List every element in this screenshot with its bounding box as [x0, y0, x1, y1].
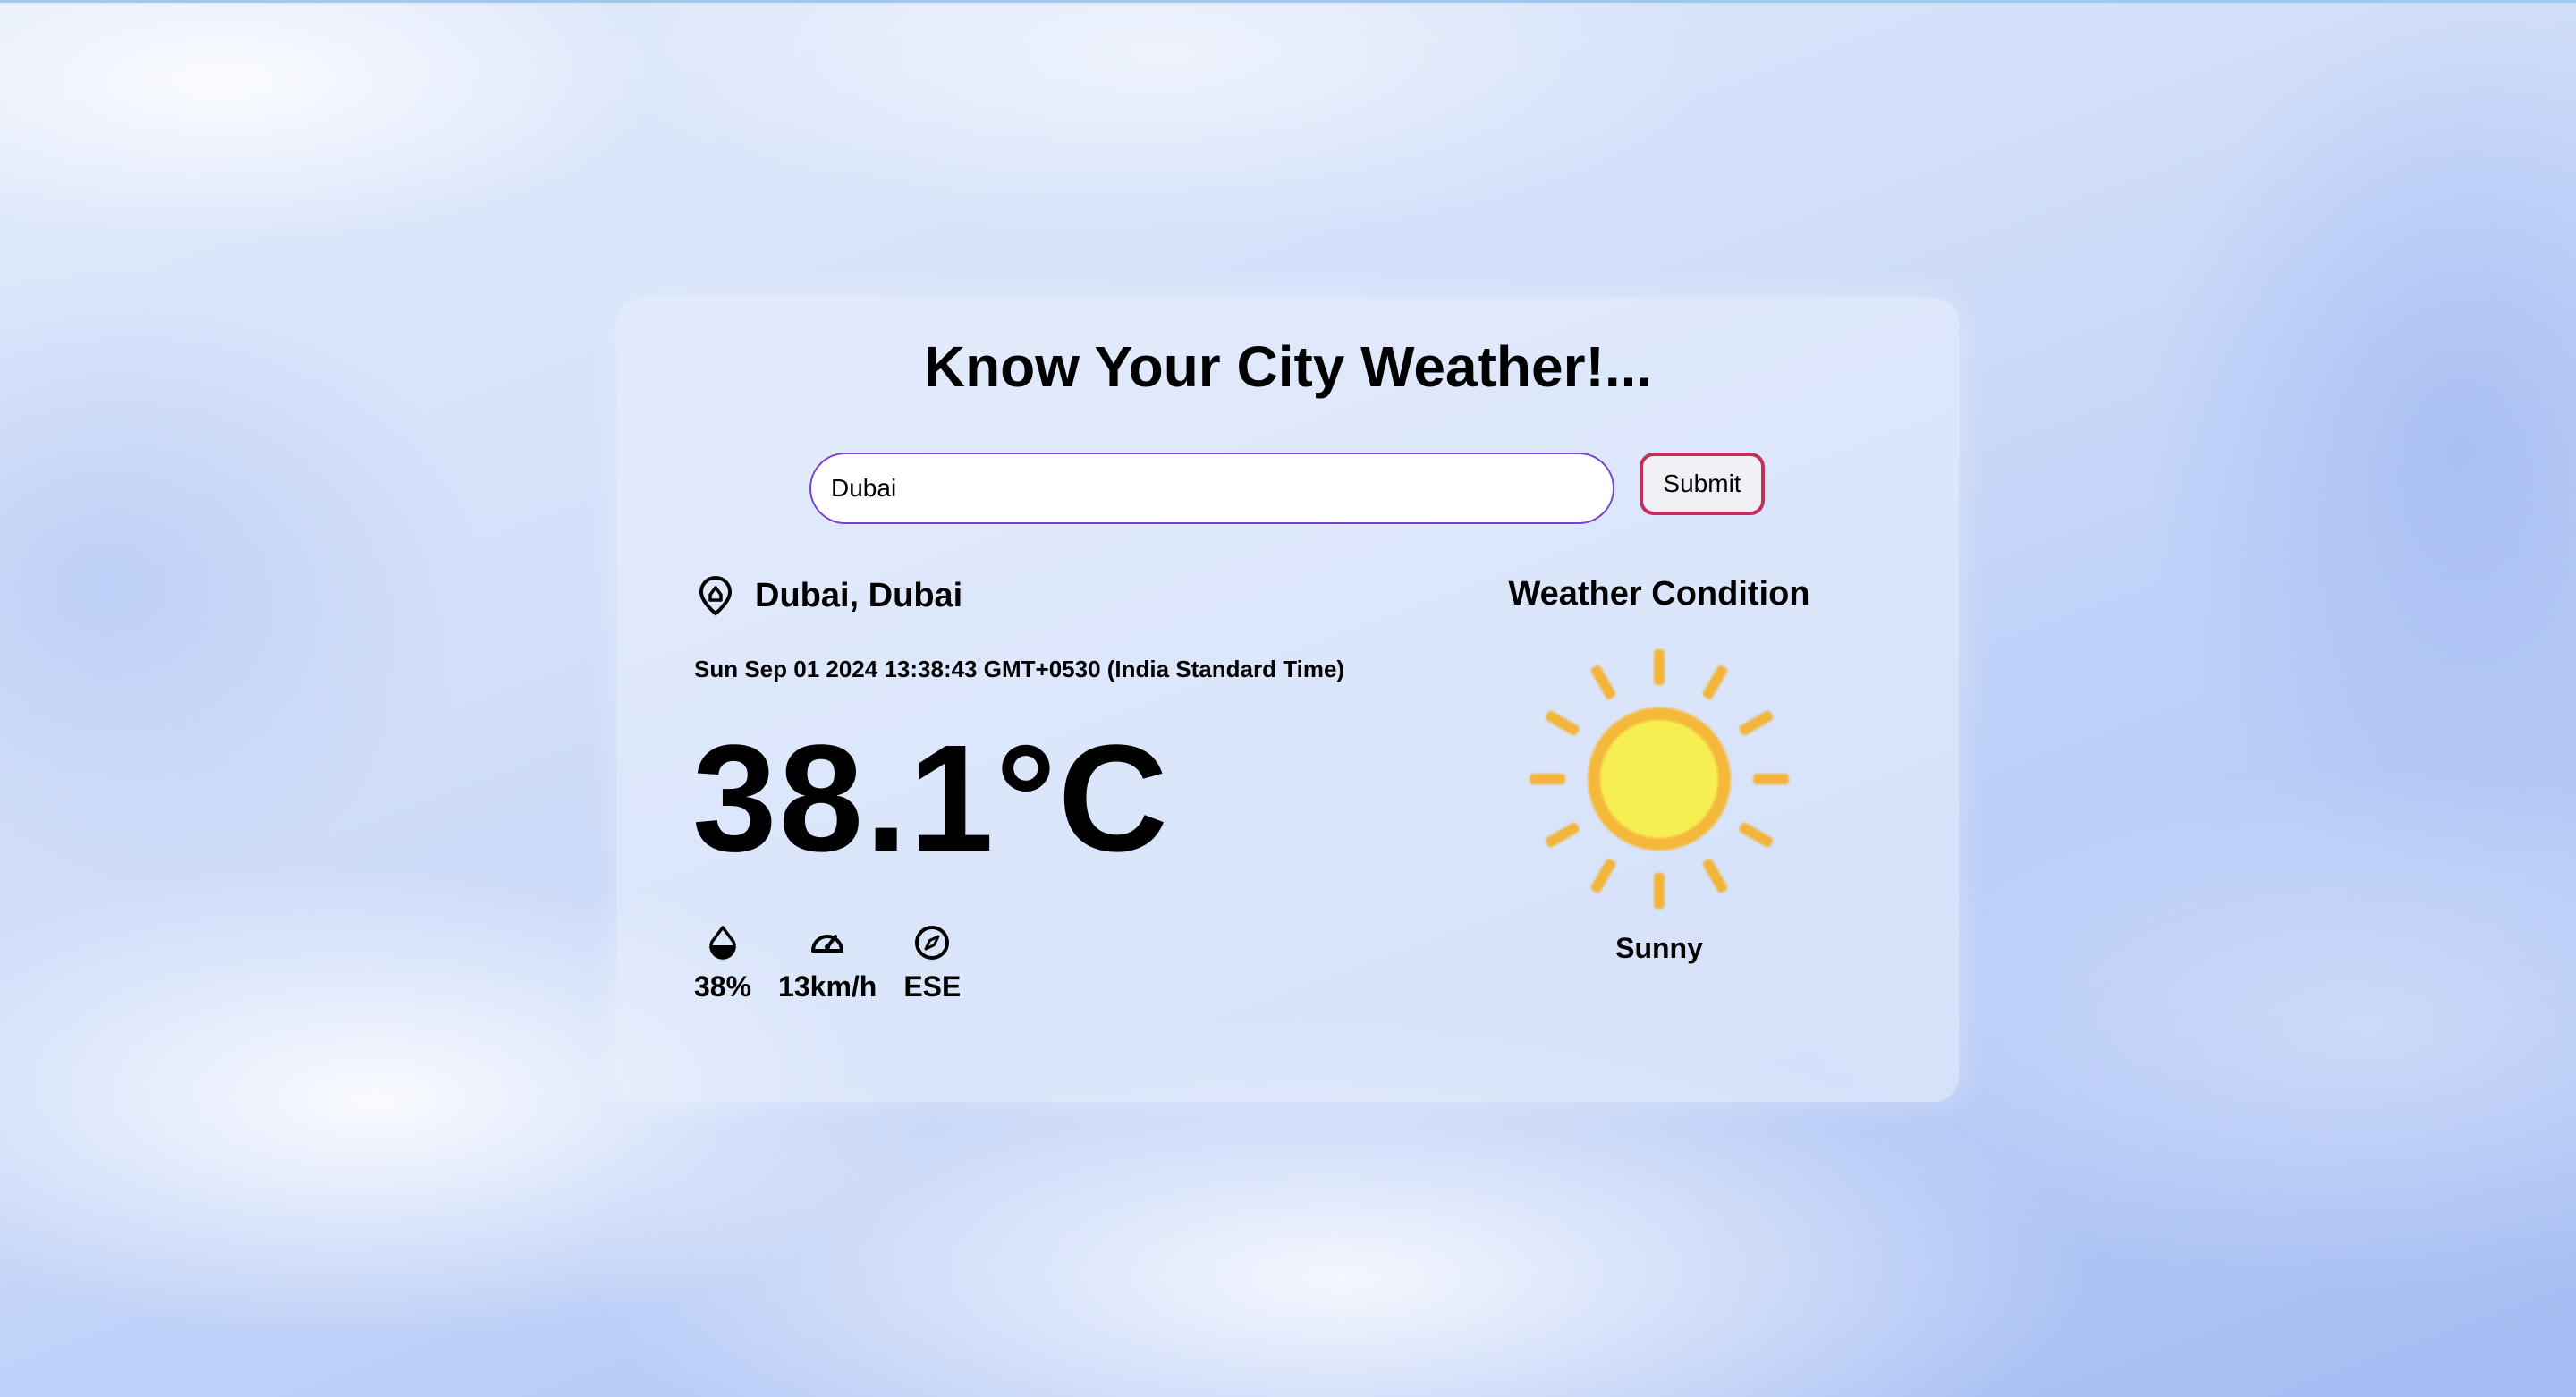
location-pin-icon [699, 575, 733, 616]
humidity-stat: 38% [694, 924, 751, 1003]
wind-speed-stat: 13km/h [778, 924, 877, 1003]
weather-card: Know Your City Weather!... Submit Dubai,… [617, 298, 1959, 1102]
weather-condition-heading: Weather Condition [1508, 575, 1810, 613]
wind-speed-value: 13km/h [778, 970, 877, 1003]
humidity-value: 38% [694, 970, 752, 1003]
window-top-border [0, 0, 2576, 3]
humidity-drop-icon [709, 926, 736, 960]
speedometer-icon [811, 935, 844, 952]
current-datetime: Sun Sep 01 2024 13:38:43 GMT+0530 (India… [694, 656, 1345, 682]
wind-direction-stat: ESE [903, 924, 961, 1003]
temperature-value: 38.1°C [692, 714, 1170, 884]
wind-direction-value: ESE [903, 970, 962, 1003]
submit-button[interactable]: Submit [1640, 453, 1765, 515]
page-title: Know Your City Weather!... [923, 334, 1653, 399]
location-row: Dubai, Dubai [698, 575, 962, 616]
search-form: Submit [809, 453, 1784, 524]
weather-condition-label: Sunny [1615, 932, 1703, 964]
location-name: Dubai, Dubai [755, 576, 963, 614]
weather-stats: 38% 13km/h ESE [694, 924, 961, 1003]
compass-icon [915, 926, 950, 960]
sun-icon [1530, 649, 1789, 909]
weather-condition-panel: Weather Condition Sunny [1494, 575, 1825, 965]
city-search-input[interactable] [809, 453, 1614, 524]
